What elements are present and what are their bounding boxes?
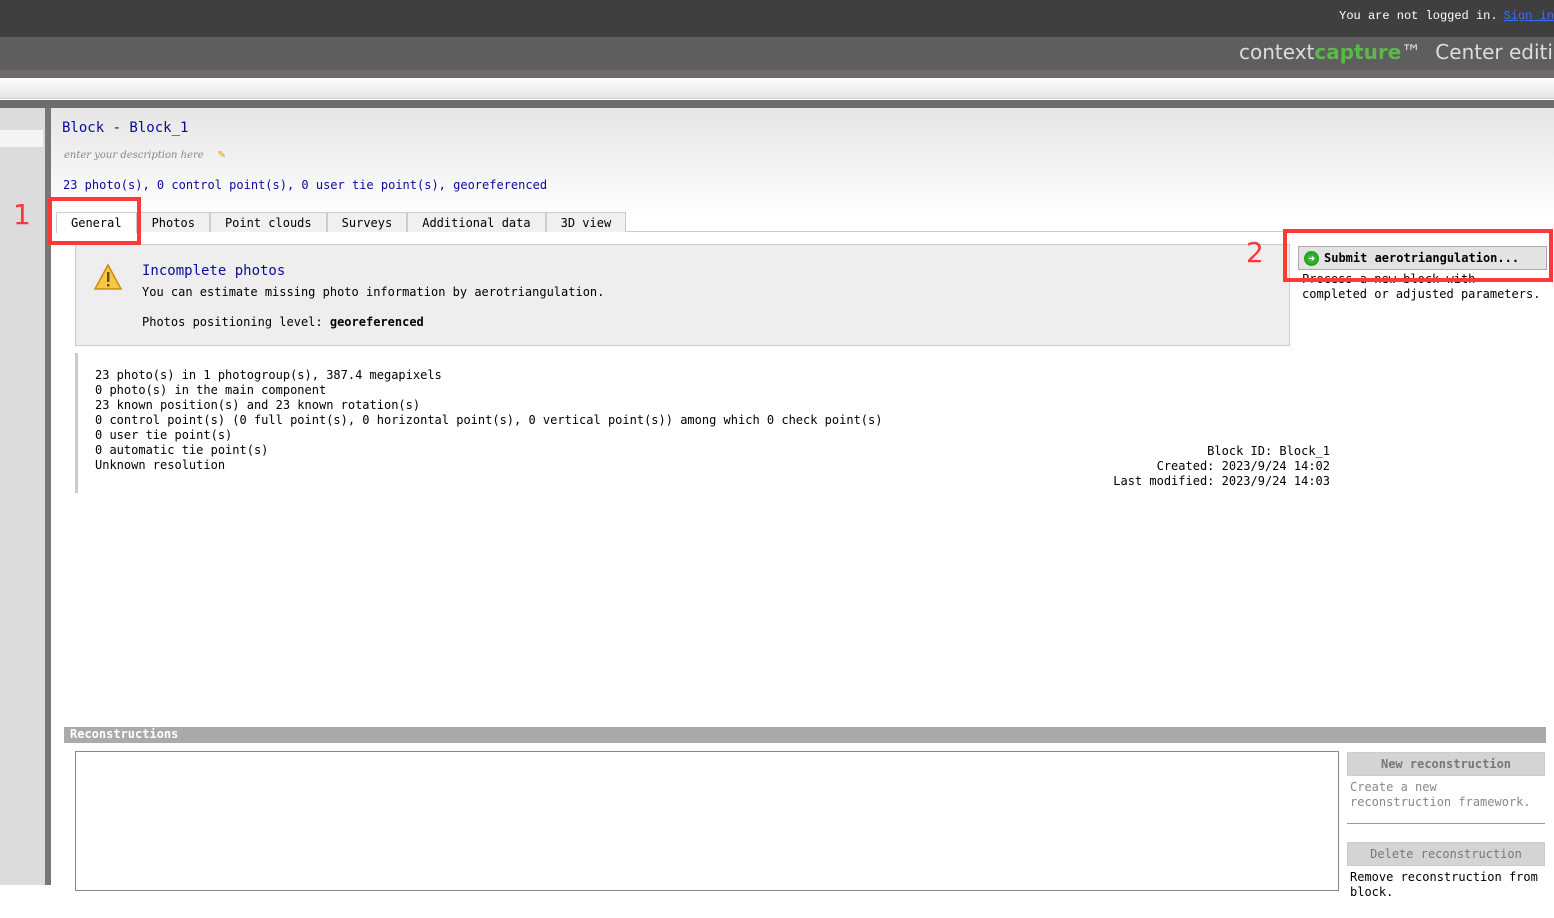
login-status: You are not logged in. Sign in xyxy=(1339,9,1554,23)
new-reconstruction-button[interactable]: New reconstruction xyxy=(1347,752,1545,776)
reconstruction-actions: New reconstruction Create a new reconstr… xyxy=(1347,752,1545,918)
description-field[interactable]: enter your description here ✎ xyxy=(64,150,226,161)
warning-title: Incomplete photos xyxy=(142,263,286,279)
main-panel: Block - Block_1 enter your description h… xyxy=(51,108,1554,899)
new-reconstruction-description: Create a new reconstruction framework. xyxy=(1347,776,1545,824)
delete-reconstruction-button[interactable]: Delete reconstruction xyxy=(1347,842,1545,866)
created-date: Created: 2023/9/24 14:02 xyxy=(1156,459,1330,473)
reconstructions-heading: Reconstructions xyxy=(64,727,1546,743)
annotation-box-2 xyxy=(1283,229,1553,282)
pencil-icon[interactable]: ✎ xyxy=(218,150,226,161)
stat-line: 0 control point(s) (0 full point(s), 0 h… xyxy=(95,413,883,427)
annotation-box-1 xyxy=(48,197,141,245)
sign-in-link[interactable]: Sign in xyxy=(1504,9,1554,23)
stat-line: 0 photo(s) in the main component xyxy=(95,383,327,397)
block-meta: Block ID: Block_1 Created: 2023/9/24 14:… xyxy=(1113,444,1330,489)
annotation-number-2: 2 xyxy=(1246,236,1264,269)
tab-photos[interactable]: Photos xyxy=(136,212,210,232)
warning-text: You can estimate missing photo informati… xyxy=(142,285,605,299)
positioning-level: Photos positioning level: georeferenced xyxy=(142,315,424,329)
brand-bar: contextcapture™Center edition xyxy=(0,37,1554,70)
modified-date: Last modified: 2023/9/24 14:03 xyxy=(1113,474,1330,488)
block-id: Block ID: Block_1 xyxy=(1207,444,1330,458)
reconstructions-list[interactable] xyxy=(75,751,1339,891)
block-header: Block - Block_1 enter your description h… xyxy=(51,108,1554,218)
stat-line: 23 known position(s) and 23 known rotati… xyxy=(95,398,421,412)
annotation-number-1: 1 xyxy=(13,198,31,231)
tab-3d-view[interactable]: 3D view xyxy=(545,212,627,232)
stat-line: 0 user tie point(s) xyxy=(95,428,233,442)
page-title: Block - Block_1 xyxy=(62,120,189,136)
tab-surveys[interactable]: Surveys xyxy=(326,212,408,232)
tab-additional-data[interactable]: Additional data xyxy=(407,212,546,232)
top-bar: You are not logged in. Sign in xyxy=(0,0,1554,37)
stat-line: 23 photo(s) in 1 photogroup(s), 387.4 me… xyxy=(95,368,442,382)
tab-point-clouds[interactable]: Point clouds xyxy=(209,212,327,232)
toolbar-strip xyxy=(0,78,1554,99)
sidebar-item[interactable] xyxy=(0,130,43,147)
warning-icon xyxy=(93,263,123,290)
block-summary: 23 photo(s), 0 control point(s), 0 user … xyxy=(63,178,548,192)
brand-logo: contextcapture™Center edition xyxy=(1239,40,1554,64)
block-stats: 23 photo(s) in 1 photogroup(s), 387.4 me… xyxy=(75,353,1330,493)
delete-reconstruction-description: Remove reconstruction from block. xyxy=(1350,870,1538,899)
divider xyxy=(0,100,1554,108)
divider xyxy=(0,70,1554,78)
warning-box: Incomplete photos You can estimate missi… xyxy=(75,244,1290,346)
